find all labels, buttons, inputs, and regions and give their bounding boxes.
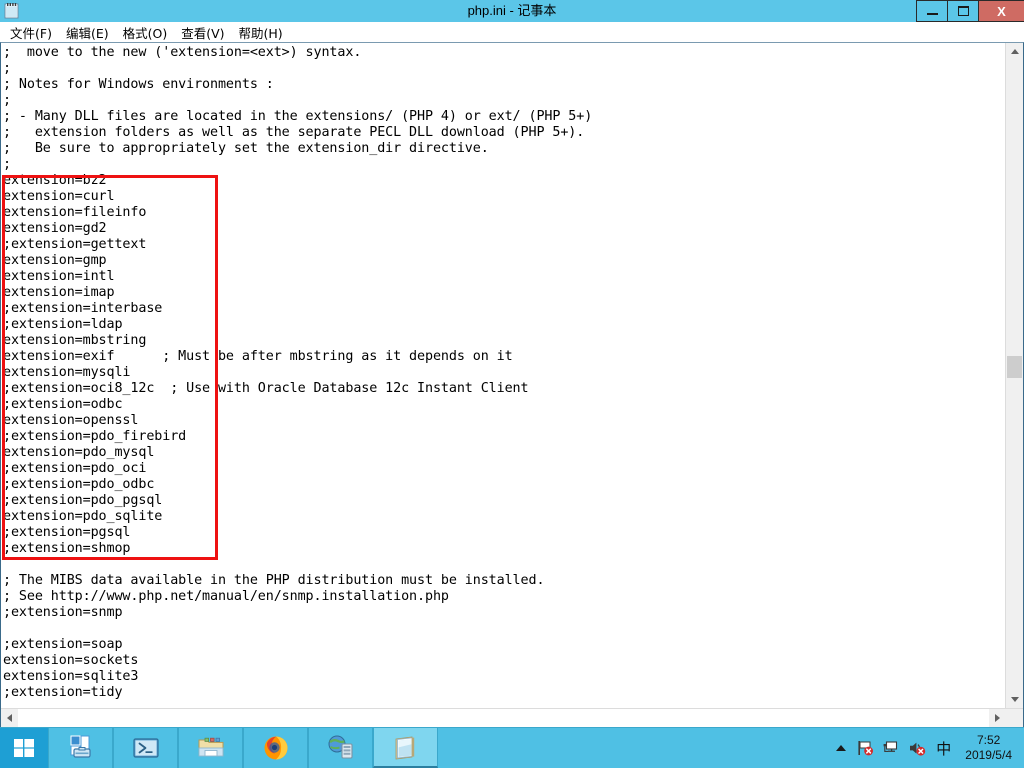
show-hidden-icons-button[interactable] [836,745,847,751]
horizontal-scroll-track[interactable] [18,709,989,727]
taskbar-item-notepad[interactable] [373,728,438,768]
window-title: php.ini - 记事本 [467,3,557,18]
editor-area: ; move to the new ('extension=<ext>) syn… [0,42,1024,728]
minimize-icon [926,13,938,15]
notepad-icon [4,3,19,19]
desktop: php.ini - 记事本 X 文件(F) 编辑(E) 格式(O) 查看(V) … [0,0,1024,768]
window-buttons: X [916,0,1024,22]
chevron-up-icon [1010,49,1019,54]
system-tray: 中 7:52 2019/5/4 [836,728,1024,768]
titlebar[interactable]: php.ini - 记事本 X [0,0,1024,22]
powershell-icon [132,738,159,758]
ime-indicator[interactable]: 中 [934,738,953,759]
scrollbar-corner [1006,709,1023,727]
taskbar-item-iis-manager[interactable] [308,728,373,768]
notepad-window: php.ini - 记事本 X 文件(F) 编辑(E) 格式(O) 查看(V) … [0,0,1024,728]
clock-time: 7:52 [976,733,1001,747]
vertical-scroll-track[interactable] [1006,60,1023,691]
taskbar-item-server-manager[interactable] [48,728,113,768]
taskbar-item-powershell[interactable] [113,728,178,768]
iis-manager-icon [328,735,353,759]
taskbar-item-firefox[interactable] [243,728,308,768]
taskbar: 中 7:52 2019/5/4 [0,727,1024,768]
taskbar-items [48,728,438,768]
menu-item-format[interactable]: 格式(O) [118,21,177,44]
taskbar-spacer [438,728,836,768]
notepad-icon [395,736,414,760]
start-button[interactable] [0,728,48,768]
scroll-right-button[interactable] [989,709,1006,726]
scroll-down-button[interactable] [1006,691,1023,708]
chevron-down-icon [1010,697,1019,702]
text-canvas[interactable]: ; move to the new ('extension=<ext>) syn… [1,43,1005,708]
close-button[interactable]: X [978,0,1024,22]
scroll-left-button[interactable] [1,709,18,726]
editor-text[interactable]: ; move to the new ('extension=<ext>) syn… [1,43,1005,701]
clock-date: 2019/5/4 [965,748,1012,762]
restore-icon [957,6,969,16]
windows-logo-icon [14,739,34,757]
file-explorer-icon [198,737,223,757]
vertical-scroll-thumb[interactable] [1007,356,1022,378]
restore-button[interactable] [947,0,978,22]
clock[interactable]: 7:52 2019/5/4 [961,733,1018,763]
horizontal-scrollbar[interactable] [1,708,1023,727]
menu-item-view[interactable]: 查看(V) [176,21,233,44]
menu-item-edit[interactable]: 编辑(E) [61,21,118,44]
vertical-scrollbar[interactable] [1005,43,1023,708]
taskbar-item-file-explorer[interactable] [178,728,243,768]
action-center-flag-icon[interactable] [856,739,874,757]
menubar: 文件(F) 编辑(E) 格式(O) 查看(V) 帮助(H) [0,22,1024,42]
scroll-up-button[interactable] [1006,43,1023,60]
server-manager-icon [70,735,91,758]
network-icon[interactable] [882,739,900,757]
firefox-icon [264,736,287,760]
volume-muted-icon[interactable] [908,739,926,757]
minimize-button[interactable] [916,0,947,22]
menu-item-file[interactable]: 文件(F) [5,21,61,44]
chevron-right-icon [995,713,1000,722]
menu-item-help[interactable]: 帮助(H) [234,21,292,44]
chevron-left-icon [7,713,12,722]
